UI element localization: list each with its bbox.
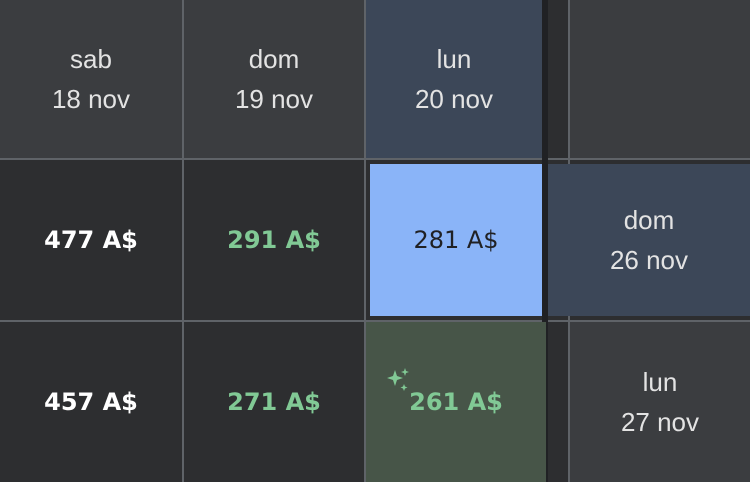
price-value: 271 A$ <box>227 388 321 416</box>
col-header-date: 18 nov <box>51 84 131 114</box>
row-header-dom-26[interactable]: dom 26 nov <box>548 164 750 316</box>
col-header-sab-18[interactable]: sab 18 nov <box>0 0 182 158</box>
row-header-dow: dom <box>623 205 675 235</box>
col-header-lun-20[interactable]: lun 20 nov <box>366 0 542 158</box>
row-header-dow: lun <box>642 367 678 397</box>
corner-cell <box>570 0 750 158</box>
row-header-date: 27 nov <box>620 407 700 437</box>
col-header-dom-19[interactable]: dom 19 nov <box>184 0 364 158</box>
sparkle-icon <box>386 368 412 399</box>
price-cell-best[interactable]: 261 A$ <box>366 322 546 482</box>
price-value: 291 A$ <box>227 226 321 254</box>
row-header-lun-27[interactable]: lun 27 nov <box>570 322 750 482</box>
col-header-date: 20 nov <box>414 84 494 114</box>
price-value: 281 A$ <box>413 226 499 254</box>
price-cell-r1c2[interactable]: 291 A$ <box>184 160 364 320</box>
col-header-date: 19 nov <box>234 84 314 114</box>
row-header-date: 26 nov <box>609 245 689 275</box>
col-header-dow: sab <box>70 44 112 74</box>
price-value: 477 A$ <box>44 226 138 254</box>
price-cell-r2c2[interactable]: 271 A$ <box>184 322 364 482</box>
price-cell-selected[interactable]: 281 A$ <box>370 164 542 316</box>
price-cell-r1c1[interactable]: 477 A$ <box>0 160 182 320</box>
price-value: 261 A$ <box>409 388 503 416</box>
col-header-dow: lun <box>436 44 472 74</box>
col-header-dow: dom <box>248 44 300 74</box>
price-value: 457 A$ <box>44 388 138 416</box>
price-cell-r2c1[interactable]: 457 A$ <box>0 322 182 482</box>
